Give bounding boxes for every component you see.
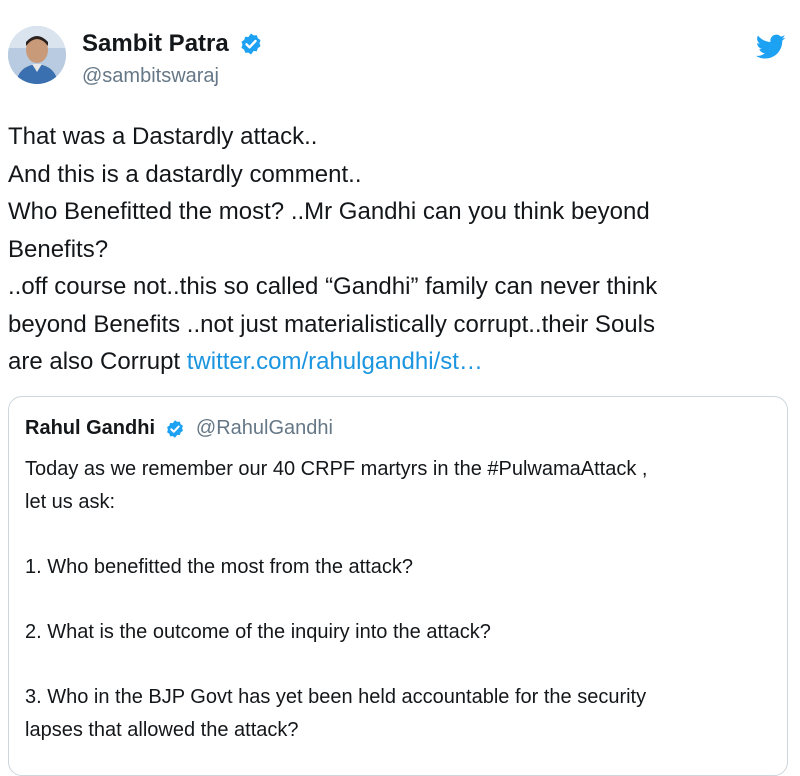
tweet-text: That was a Dastardly attack.. And this i… <box>8 118 788 381</box>
quoted-line: let us ask: <box>25 490 116 513</box>
quoted-question: lapses that allowed the attack? <box>25 718 299 741</box>
quoted-display-name[interactable]: Rahul Gandhi <box>25 417 155 440</box>
quoted-question: 1. Who benefitted the most from the atta… <box>25 555 413 578</box>
tweet-line: ..off course not..this so called “Gandhi… <box>8 273 658 300</box>
quoted-tweet-link[interactable]: twitter.com/rahulgandhi/st… <box>187 348 483 375</box>
tweet-line: are also Corrupt twitter.com/rahulgandhi… <box>8 343 788 381</box>
tweet-line: That was a Dastardly attack.. <box>8 123 318 150</box>
author-line: Sambit Patra <box>82 30 263 58</box>
tweet-line: Benefits? <box>8 235 109 263</box>
tweet-line: And this is a dastardly comment.. <box>8 160 362 188</box>
verified-badge-icon <box>167 419 184 438</box>
quoted-question: 2. What is the outcome of the inquiry in… <box>25 620 491 643</box>
tweet-line: beyond Benefits ..not just materialistic… <box>8 310 655 338</box>
tweet-line: Who Benefitted the most? ..Mr Gandhi can… <box>8 198 650 225</box>
quoted-tweet-text: Today as we remember our 40 CRPF martyrs… <box>25 453 773 746</box>
twitter-bird-icon[interactable] <box>756 34 786 60</box>
quoted-tweet[interactable]: Rahul Gandhi @RahulGandhi Today as we re… <box>8 396 788 776</box>
tweet-card: Sambit Patra @sambitswaraj That was a Da… <box>0 0 800 776</box>
quoted-author-line: Rahul Gandhi @RahulGandhi <box>25 417 333 440</box>
quoted-question: 3. Who in the BJP Govt has yet been held… <box>25 686 647 709</box>
quoted-line: Today as we remember our 40 CRPF martyrs… <box>25 458 648 480</box>
avatar-photo <box>8 26 66 84</box>
handle[interactable]: @sambitswaraj <box>82 64 219 88</box>
verified-badge-icon <box>241 33 261 55</box>
avatar[interactable] <box>8 26 66 84</box>
tweet-line-text: are also Corrupt <box>8 348 187 375</box>
quoted-handle[interactable]: @RahulGandhi <box>196 417 333 440</box>
display-name[interactable]: Sambit Patra <box>82 30 229 58</box>
